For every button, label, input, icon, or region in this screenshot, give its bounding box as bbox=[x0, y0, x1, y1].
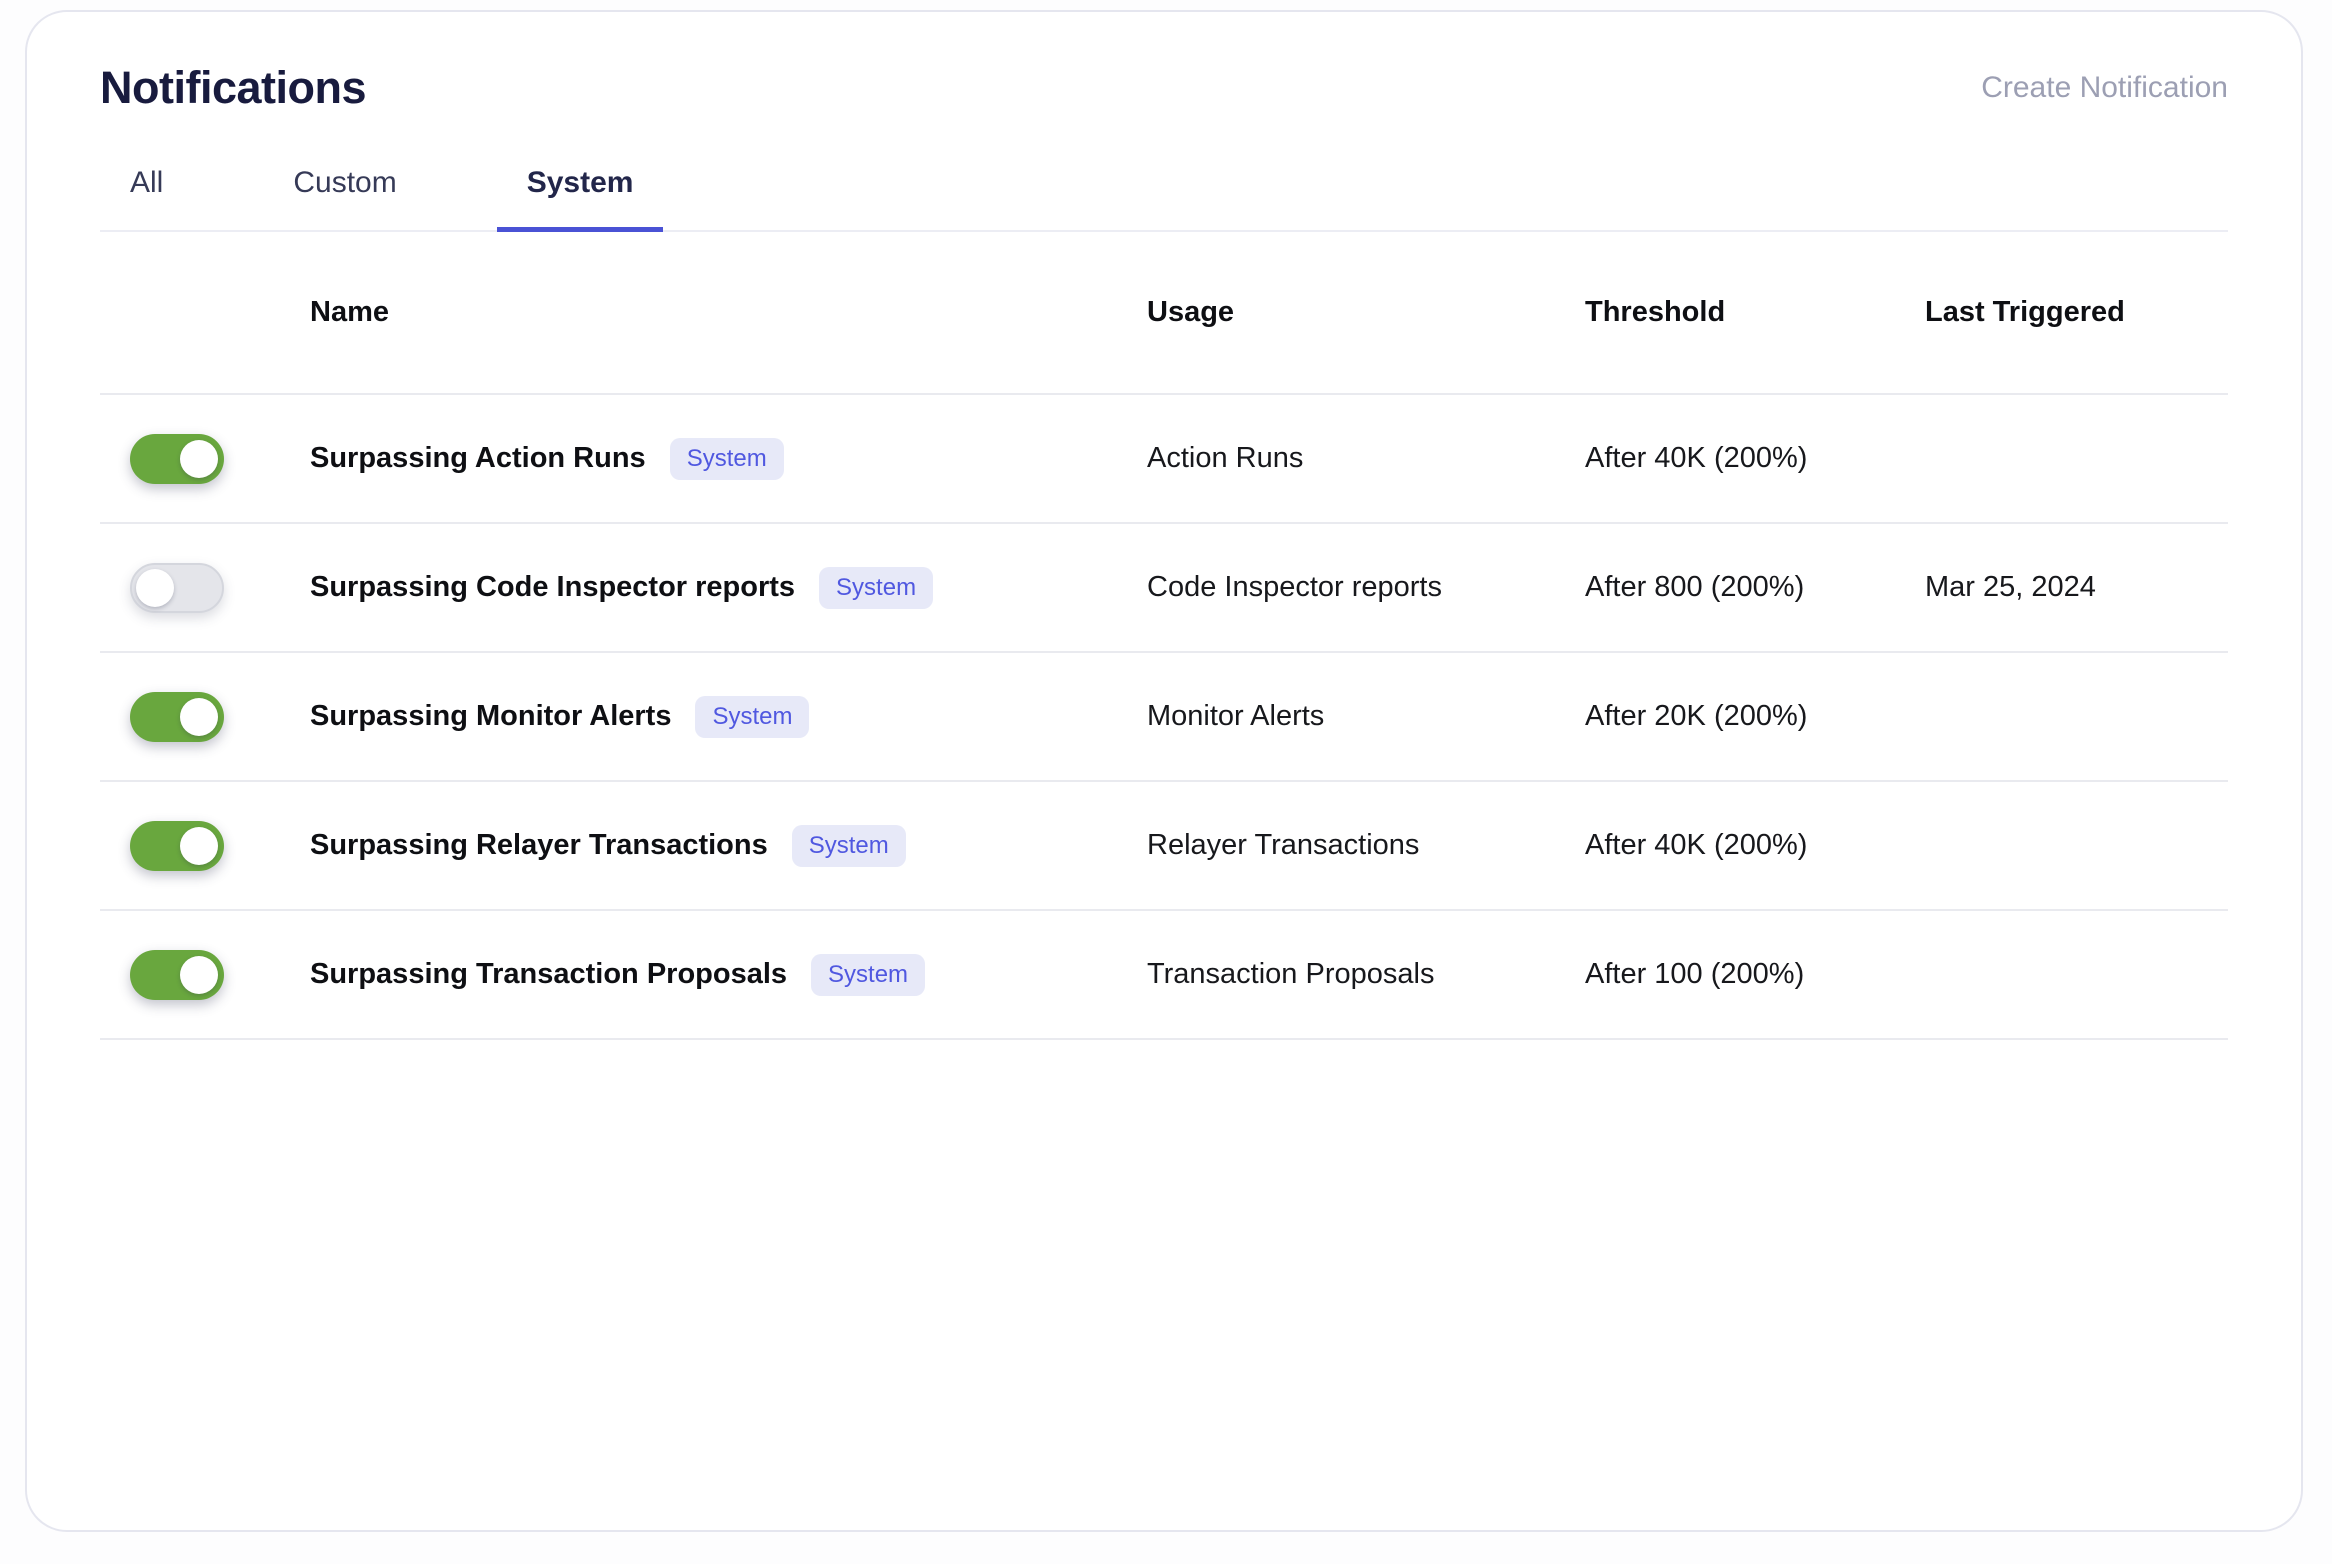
table-row: Surpassing Code Inspector reports System… bbox=[100, 524, 2228, 653]
table-header-row: Name Usage Threshold Last Triggered bbox=[100, 232, 2228, 395]
tab-custom[interactable]: Custom bbox=[263, 166, 426, 230]
row-usage: Action Runs bbox=[1147, 442, 1304, 474]
row-toggle[interactable] bbox=[130, 691, 224, 742]
row-threshold: After 40K (200%) bbox=[1585, 442, 1808, 474]
tab-system[interactable]: System bbox=[496, 166, 664, 232]
row-threshold: After 40K (200%) bbox=[1585, 829, 1808, 861]
create-notification-button[interactable]: Create Notification bbox=[1981, 71, 2228, 105]
row-name: Surpassing Transaction Proposals bbox=[310, 958, 788, 990]
row-name: Surpassing Code Inspector reports bbox=[310, 571, 796, 603]
row-name: Surpassing Action Runs bbox=[310, 442, 646, 474]
row-toggle[interactable] bbox=[130, 562, 224, 613]
toggle-knob bbox=[180, 826, 218, 865]
toggle-knob bbox=[180, 697, 218, 736]
row-threshold: After 800 (200%) bbox=[1585, 571, 1805, 603]
page: Notifications Create Notification All Cu… bbox=[0, 0, 2332, 1564]
header-last-triggered: Last Triggered bbox=[1925, 296, 2125, 328]
header-name: Name bbox=[310, 296, 389, 328]
table-row: Surpassing Monitor Alerts System Monitor… bbox=[100, 653, 2228, 782]
header-threshold: Threshold bbox=[1585, 296, 1726, 328]
tab-all[interactable]: All bbox=[100, 166, 193, 230]
row-usage: Transaction Proposals bbox=[1147, 958, 1435, 990]
row-last-triggered: Mar 25, 2024 bbox=[1925, 571, 2096, 603]
row-toggle[interactable] bbox=[130, 820, 224, 871]
table-row: Surpassing Relayer Transactions System R… bbox=[100, 782, 2228, 911]
toggle-knob bbox=[180, 955, 218, 994]
row-threshold: After 100 (200%) bbox=[1585, 958, 1805, 990]
table-row: Surpassing Transaction Proposals System … bbox=[100, 911, 2228, 1040]
row-threshold: After 20K (200%) bbox=[1585, 700, 1808, 732]
row-usage: Monitor Alerts bbox=[1147, 700, 1325, 732]
row-name: Surpassing Monitor Alerts bbox=[310, 700, 672, 732]
tab-bar: All Custom System bbox=[100, 166, 2228, 232]
page-title: Notifications bbox=[100, 62, 367, 113]
row-toggle[interactable] bbox=[130, 433, 224, 484]
toggle-knob bbox=[136, 568, 174, 607]
header-usage: Usage bbox=[1147, 296, 1235, 328]
notifications-card: Notifications Create Notification All Cu… bbox=[25, 10, 2303, 1532]
row-usage: Relayer Transactions bbox=[1147, 829, 1420, 861]
system-badge: System bbox=[669, 437, 784, 480]
system-badge: System bbox=[695, 695, 810, 738]
card-header: Notifications Create Notification bbox=[100, 12, 2228, 114]
table-row: Surpassing Action Runs System Action Run… bbox=[100, 395, 2228, 524]
row-name: Surpassing Relayer Transactions bbox=[310, 829, 768, 861]
system-badge: System bbox=[791, 824, 906, 867]
row-toggle[interactable] bbox=[130, 949, 224, 1000]
system-badge: System bbox=[811, 953, 926, 996]
system-badge: System bbox=[819, 566, 934, 609]
toggle-knob bbox=[180, 439, 218, 478]
row-usage: Code Inspector reports bbox=[1147, 571, 1442, 603]
notifications-table: Name Usage Threshold Last Triggered Surp… bbox=[100, 232, 2228, 1040]
